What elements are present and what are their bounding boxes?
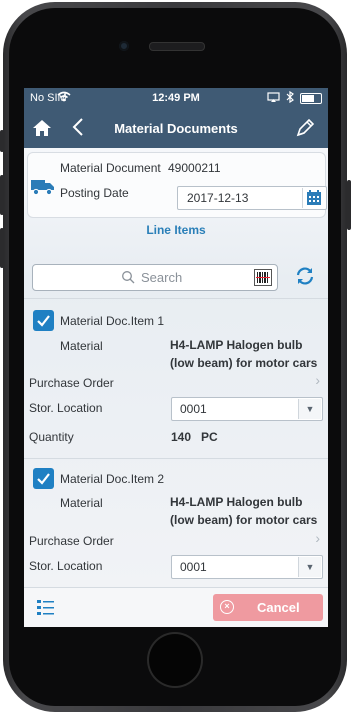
- item-title: Material Doc.Item 1: [60, 314, 165, 328]
- chevron-down-icon[interactable]: ▼: [298, 399, 321, 419]
- item-title: Material Doc.Item 2: [60, 472, 165, 486]
- tab-line-items[interactable]: Line Items: [24, 220, 328, 240]
- material-value: H4-LAMP Halogen bulb (low beam) for moto…: [170, 338, 318, 370]
- material-value: H4-LAMP Halogen bulb (low beam) for moto…: [170, 495, 318, 527]
- search-input[interactable]: Search: [32, 264, 278, 291]
- stor-location-label: Stor. Location: [29, 559, 103, 573]
- main-content: Material Document 49000211 Posting Date …: [24, 148, 328, 587]
- item-checkbox[interactable]: [33, 310, 54, 331]
- list-icon[interactable]: [36, 598, 56, 618]
- mute-switch: [0, 130, 4, 152]
- status-bar: No SIM 12:49 PM: [24, 88, 328, 109]
- material-label: Material: [60, 496, 103, 510]
- item-checkbox[interactable]: [33, 468, 54, 489]
- wifi-icon: [57, 91, 71, 105]
- cancel-icon: ×: [220, 600, 234, 614]
- battery-icon: [300, 93, 322, 104]
- material-document-label: Material Document: [60, 161, 161, 175]
- stor-location-value: 0001: [180, 560, 207, 574]
- barcode-scan-icon[interactable]: [254, 269, 272, 286]
- quantity-label: Quantity: [29, 430, 74, 444]
- edit-icon[interactable]: [294, 117, 316, 139]
- status-icons: [57, 90, 322, 106]
- document-header: Material Document 49000211 Posting Date …: [27, 152, 327, 218]
- purchase-order-label: Purchase Order: [29, 376, 114, 390]
- stor-location-select[interactable]: 0001 ▼: [171, 397, 323, 421]
- volume-up-button: [0, 175, 4, 215]
- airplay-icon: [267, 91, 280, 106]
- app-screen: No SIM 12:49 PM Material Documents Mater…: [24, 88, 328, 627]
- earpiece-speaker: [149, 42, 205, 51]
- list-item: Material Doc.Item 2 Material H4-LAMP Hal…: [24, 458, 328, 587]
- posting-date-value: 2017-12-13: [187, 191, 249, 205]
- stor-location-value: 0001: [180, 402, 207, 416]
- material-document-number: 49000211: [168, 161, 221, 175]
- list-item: Material Doc.Item 1 Material H4-LAMP Hal…: [24, 298, 328, 458]
- posting-date-field[interactable]: 2017-12-13: [177, 186, 327, 210]
- purchase-order-label: Purchase Order: [29, 534, 114, 548]
- nav-bar: Material Documents: [24, 109, 328, 148]
- page-title: Material Documents: [114, 121, 238, 136]
- search-placeholder: Search: [141, 270, 183, 285]
- material-label: Material: [60, 339, 103, 353]
- quantity-unit: PC: [201, 430, 218, 444]
- stor-location-label: Stor. Location: [29, 401, 103, 415]
- chevron-right-icon[interactable]: ›: [315, 530, 320, 546]
- stor-location-select[interactable]: 0001 ▼: [171, 555, 323, 579]
- cancel-label: Cancel: [257, 600, 300, 615]
- quantity-value: 140: [171, 430, 192, 444]
- refresh-icon[interactable]: [293, 264, 317, 288]
- footer-toolbar: × Cancel: [24, 587, 328, 627]
- chevron-down-icon[interactable]: ▼: [298, 557, 321, 577]
- chevron-right-icon[interactable]: ›: [315, 372, 320, 388]
- bluetooth-icon: [286, 90, 294, 106]
- truck-icon: [30, 177, 56, 197]
- posting-date-label: Posting Date: [60, 186, 129, 200]
- search-icon: [121, 270, 135, 284]
- cancel-button[interactable]: × Cancel: [213, 594, 323, 621]
- power-button: [347, 180, 351, 230]
- front-camera: [119, 41, 129, 51]
- home-button[interactable]: [149, 634, 201, 686]
- calendar-icon[interactable]: [302, 188, 325, 208]
- volume-down-button: [0, 228, 4, 268]
